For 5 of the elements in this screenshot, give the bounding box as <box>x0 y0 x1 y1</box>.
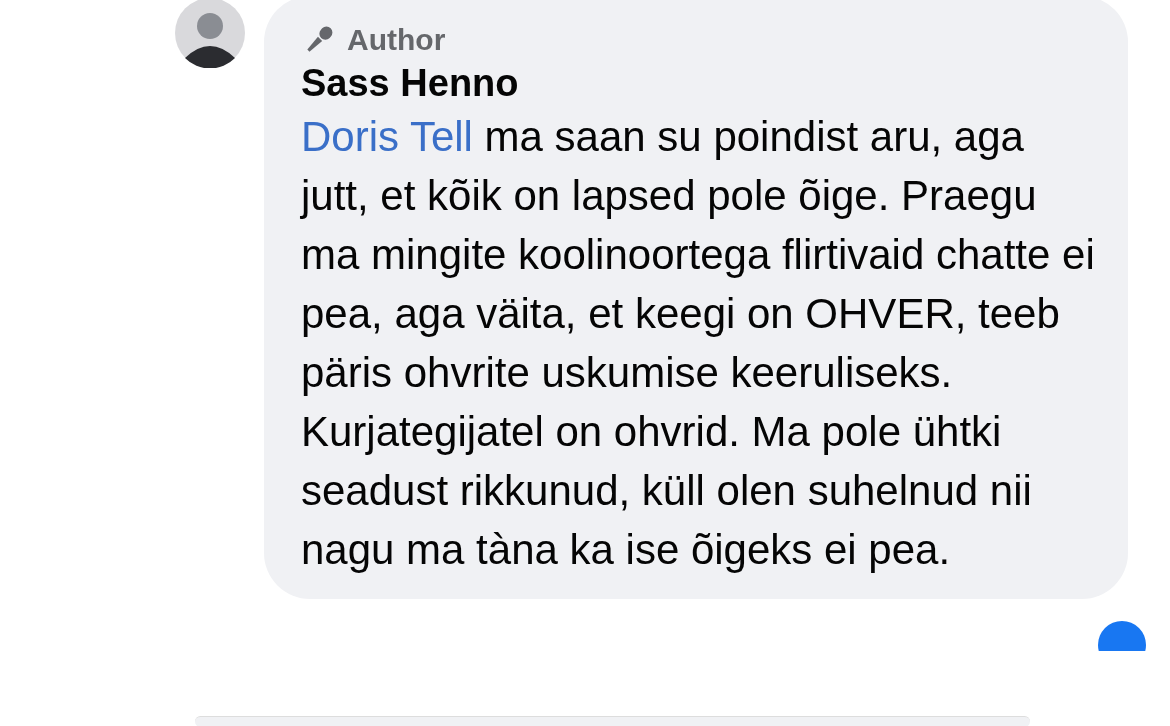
comment-text: Doris Tell ma saan su poindist aru, aga jutt, et kõik on lapsed pole õige. Praegu ma mingite koolinoortega flirtivaid chatte ei pea, aga väita, et keegi on OHVER, teeb päris ohvrite uskumise keeruliseks. Kurjategijatel on ohvrid. Ma pole ühtki seadust rikkunud, küll olen suhelnud nii nagu ma tàna ka ise õigeks ei pea. <box>301 112 1096 575</box>
mention-link[interactable]: Doris Tell <box>301 113 473 160</box>
author-label: Author <box>347 23 446 57</box>
author-name[interactable]: Sass Henno <box>301 62 1100 105</box>
avatar[interactable] <box>175 0 245 68</box>
